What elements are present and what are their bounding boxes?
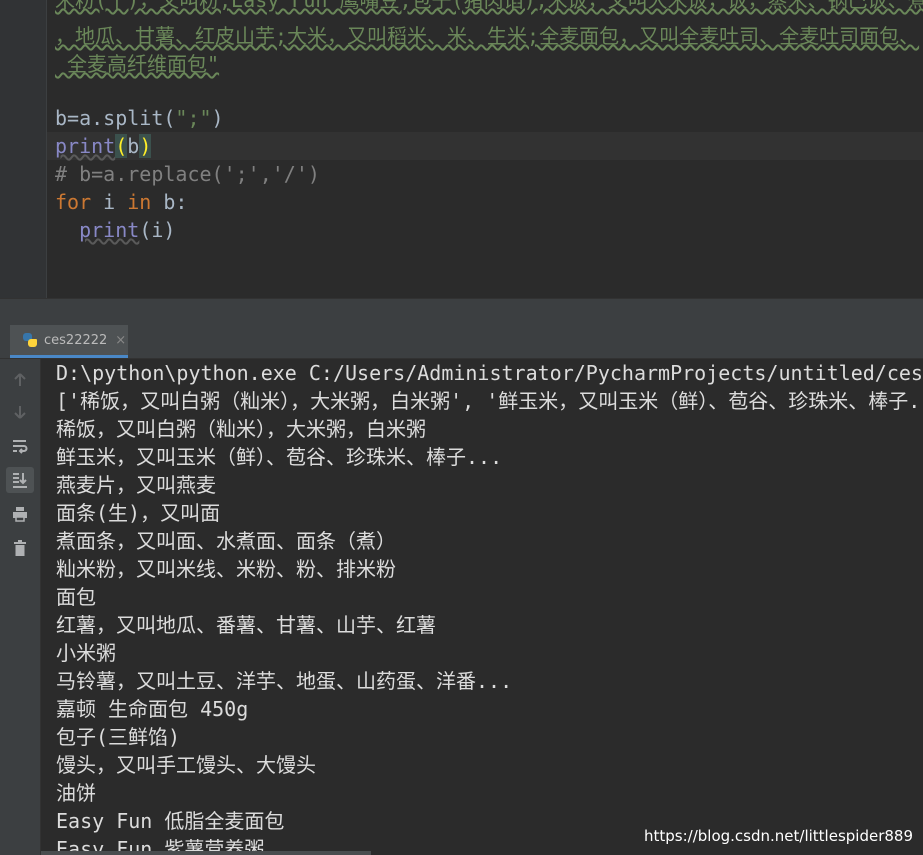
run-tool-tabbar: ces22222 × <box>0 325 923 359</box>
close-icon[interactable]: × <box>115 333 126 348</box>
run-tab[interactable]: ces22222 × <box>10 325 128 358</box>
console-line: 燕麦片，又叫燕麦 <box>56 473 216 497</box>
print-icon[interactable] <box>6 501 34 527</box>
run-toolbar <box>0 359 41 855</box>
code-line-string-2[interactable]: ，地瓜、甘薯、红皮山芋;大米，又叫稻米、米、生米;全麦面包，又叫全麦吐司、全麦吐… <box>55 22 919 50</box>
console-line: 馒头，又叫手工馒头、大馒头 <box>56 753 316 777</box>
console-line: 油饼 <box>56 781 96 805</box>
console-line: 马铃薯，又叫土豆、洋芋、地蛋、山药蛋、洋番... <box>56 669 513 693</box>
console-line: 嘉顿 生命面包 450g <box>56 697 249 721</box>
code-line-string-3[interactable]: 全麦高纤维面包" <box>55 50 219 78</box>
panel-separator[interactable] <box>0 298 923 325</box>
trash-icon[interactable] <box>6 535 34 561</box>
up-arrow-icon[interactable] <box>6 367 34 393</box>
run-tab-label: ces22222 <box>44 332 108 348</box>
code-string-literal: ";" <box>175 106 212 130</box>
horizontal-scrollbar[interactable] <box>41 851 371 855</box>
console-line: 煮面条，又叫面、水煮面、面条（煮） <box>56 529 396 553</box>
console-line-command: D:\python\python.exe C:/Users/Administra… <box>56 361 923 385</box>
editor-gutter <box>0 0 47 298</box>
down-arrow-icon[interactable] <box>6 399 34 425</box>
console-line: 稀饭，又叫白粥（籼米），大米粥，白米粥 <box>56 417 426 441</box>
code-line-print-i[interactable]: print(i) <box>55 216 175 244</box>
watermark: https://blog.csdn.net/littlespider889 <box>644 827 913 845</box>
python-icon <box>22 332 38 348</box>
console-line: 小米粥 <box>56 641 116 665</box>
console-line: 面包 <box>56 585 96 609</box>
console-line: ['稀饭，又叫白粥（籼米），大米粥，白米粥', '鲜玉米，又叫玉米（鲜）、苞谷、… <box>56 389 923 413</box>
console-line: Easy Fun 低脂全麦面包 <box>56 809 285 833</box>
soft-wrap-icon[interactable] <box>6 433 34 459</box>
code-text: b=a.split( <box>55 106 176 130</box>
console-line: 籼米粉，又叫米线、米粉、粉、排米粉 <box>56 557 396 581</box>
code-line-split[interactable]: b=a.split(";") <box>55 104 224 132</box>
code-line-string-1[interactable]: 米粉(干)，又叫粉;Easy Fun 鹰嘴豆;包子(猪肉馅);米饭，又叫大米饭，… <box>55 0 923 14</box>
console-line: 红薯，又叫地瓜、番薯、甘薯、山芋、红薯 <box>56 613 436 637</box>
code-builtin-print: print <box>79 218 140 242</box>
console-line: 鲜玉米，又叫玉米（鲜）、苞谷、珍珠米、棒子... <box>56 445 503 469</box>
code-line-for[interactable]: for i in b: <box>55 188 187 216</box>
code-line-print-b[interactable]: print(b) <box>47 132 923 160</box>
console-line: 包子(三鲜馅) <box>56 725 181 749</box>
scroll-to-end-icon[interactable] <box>6 467 34 493</box>
code-editor[interactable]: 米粉(干)，又叫粉;Easy Fun 鹰嘴豆;包子(猪肉馅);米饭，又叫大米饭，… <box>47 0 923 298</box>
code-builtin-print: print <box>55 134 116 158</box>
run-console-output[interactable]: D:\python\python.exe C:/Users/Administra… <box>41 359 923 855</box>
code-line-comment[interactable]: # b=a.replace(';','/') <box>55 160 320 188</box>
console-line: 面条(生)，又叫面 <box>56 501 221 525</box>
